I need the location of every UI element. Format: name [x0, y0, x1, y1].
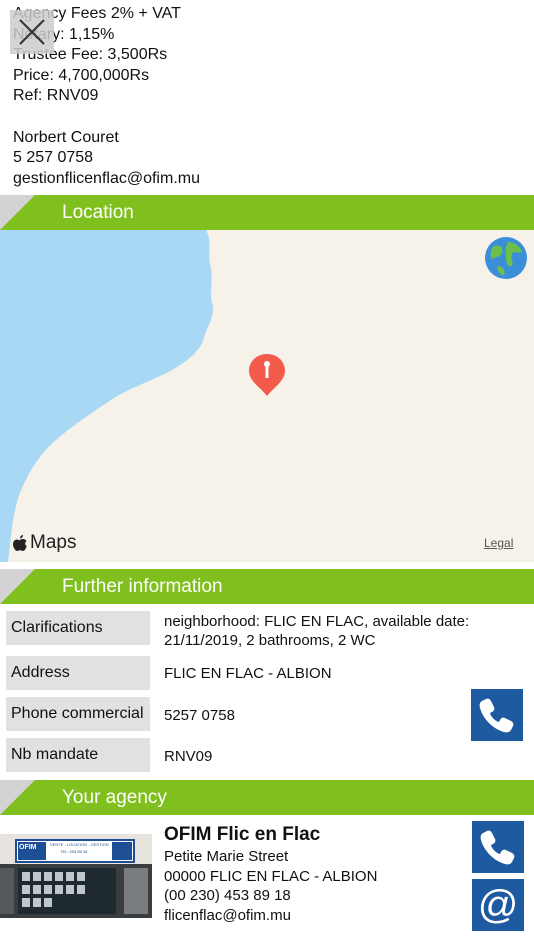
- sign-brand-text: OFIM: [19, 844, 37, 851]
- contact-email: gestionflicenflac@ofim.mu: [13, 169, 200, 187]
- svg-text:@: @: [478, 883, 519, 927]
- price-text: Price: 4,700,000Rs: [13, 66, 150, 84]
- contact-name: Norbert Couret: [13, 128, 119, 146]
- agency-name: OFIM Flic en Flac: [164, 824, 321, 845]
- sign-tagline-text: VENTE - LOCATION - GESTION: [50, 842, 109, 847]
- further-info-title: Further information: [62, 576, 223, 597]
- maps-logo: Maps: [12, 532, 76, 554]
- clarifications-label: Clarifications: [6, 611, 150, 645]
- location-section-header: Location: [0, 195, 534, 230]
- agency-street: Petite Marie Street: [164, 848, 289, 865]
- legal-link[interactable]: Legal: [484, 536, 513, 550]
- phone-icon: [479, 698, 514, 733]
- apple-icon: [13, 535, 27, 551]
- call-commercial-button[interactable]: [471, 689, 523, 741]
- address-label: Address: [6, 656, 150, 690]
- address-value: FLIC EN FLAC - ALBION: [164, 665, 332, 682]
- contact-phone: 5 257 0758: [13, 149, 94, 167]
- mandate-value: RNV09: [164, 748, 213, 765]
- maps-brand-text: Maps: [30, 532, 77, 553]
- agency-photo: OFIM VENTE - LOCATION - GESTION TEL: 453…: [0, 834, 152, 918]
- clarifications-value: neighborhood: FLIC EN FLAC, available da…: [164, 613, 470, 649]
- further-info-section-header: Further information: [0, 569, 534, 604]
- agency-title: Your agency: [62, 787, 167, 808]
- phone-icon: [480, 830, 515, 865]
- email-agency-button[interactable]: @: [472, 879, 524, 931]
- location-map[interactable]: Maps Legal: [0, 230, 534, 562]
- agency-details: OFIM Flic en Flac Petite Marie Street 00…: [164, 823, 377, 925]
- location-title: Location: [62, 202, 134, 223]
- agency-email: flicenflac@ofim.mu: [164, 906, 291, 924]
- agency-phone: (00 230) 453 89 18: [164, 887, 291, 904]
- call-agency-button[interactable]: [472, 821, 524, 873]
- agency-city: 00000 FLIC EN FLAC - ALBION: [164, 867, 378, 885]
- at-sign-icon: @: [478, 883, 519, 927]
- mandate-label: Nb mandate: [6, 738, 150, 772]
- sign-phone-text: TEL: 453 89 18: [60, 849, 88, 854]
- phone-commercial-value: 5257 0758: [164, 707, 235, 724]
- close-icon: [19, 19, 45, 45]
- globe-icon[interactable]: [484, 236, 528, 280]
- ref-text: Ref: RNV09: [13, 87, 99, 105]
- agency-section-header: Your agency: [0, 780, 534, 815]
- close-button[interactable]: [10, 10, 54, 54]
- phone-commercial-label: Phone commercial: [6, 697, 150, 731]
- location-pin-icon[interactable]: [248, 352, 286, 403]
